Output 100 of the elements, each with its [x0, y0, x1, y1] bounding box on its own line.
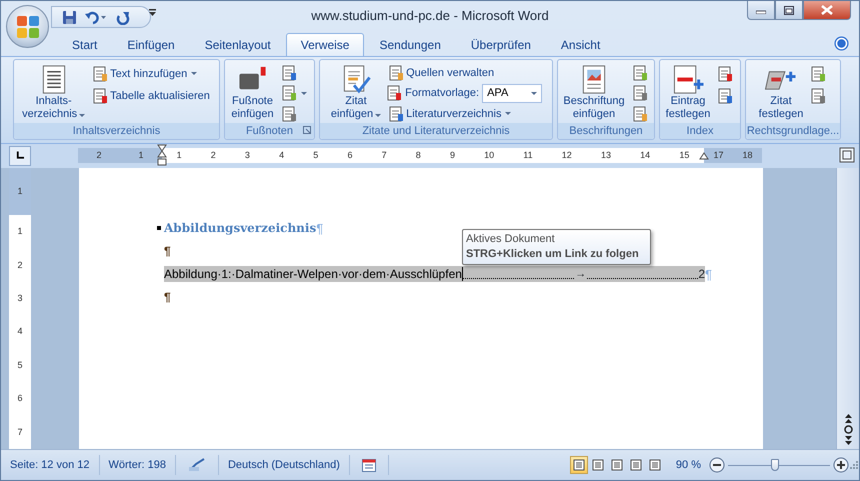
dialog-launcher-button[interactable]: [303, 126, 311, 134]
group-label: Zitate und Literaturverzeichnis: [362, 124, 510, 139]
view-button[interactable]: [570, 456, 588, 474]
ruler-number: 2: [96, 151, 102, 160]
table-icon: [362, 458, 376, 472]
ruler-number: 12: [562, 151, 572, 160]
pilcrow-mark: ¶: [316, 220, 324, 238]
window-title: www.studium-und-pc.de - Microsoft Word: [311, 7, 549, 26]
browse-object-button[interactable]: [844, 425, 852, 434]
caret-icon: [375, 114, 382, 117]
ruler-number: 15: [679, 151, 690, 160]
ruler-number: 5: [313, 151, 318, 160]
tab-selector-button[interactable]: [9, 146, 31, 166]
ruler-number: 13: [600, 151, 611, 160]
next-page-button[interactable]: [844, 436, 852, 446]
zoom-level[interactable]: 90 %: [676, 456, 701, 474]
ribbon-tab[interactable]: Verweise: [286, 32, 364, 56]
ribbon-button[interactable]: Tabelle aktualisieren: [90, 86, 212, 106]
ribbon-tab[interactable]: Start: [57, 32, 112, 56]
zoom-slider-thumb[interactable]: [770, 459, 779, 472]
ribbon-tab[interactable]: Sendungen: [364, 32, 456, 56]
ruler-number: 4: [279, 151, 284, 160]
ribbon-tab[interactable]: Überprüfen: [456, 32, 546, 56]
previous-page-button[interactable]: [844, 414, 852, 424]
tab-mark: →: [574, 267, 588, 282]
ruler-number: 6: [347, 151, 352, 160]
minimize-button[interactable]: [747, 1, 775, 20]
save-icon: [62, 10, 77, 24]
ruler-number: 6: [17, 394, 22, 404]
document-icon: [810, 88, 826, 104]
page-number: 2: [698, 266, 706, 284]
document-icon: [386, 85, 402, 102]
document-icon: [92, 88, 108, 104]
indent-marker-icon[interactable]: [699, 152, 709, 160]
ribbon-button[interactable]: Zitat festlegen: [758, 62, 804, 123]
ribbon-button[interactable]: Text hinzufügen: [90, 64, 212, 84]
toc-entry[interactable]: Abbildung·1:·Dalmatiner-Welpen·vor·dem·Ausschlüpfen → 2: [164, 266, 705, 282]
help-button[interactable]: [834, 36, 849, 51]
office-button[interactable]: [6, 5, 49, 48]
toc-entry-text: Abbildung·1:·Dalmatiner-Welpen·vor·dem·Ausschlüpfen: [164, 266, 462, 284]
ribbon-tab[interactable]: Ansicht: [546, 32, 616, 56]
customize-toolbar-button[interactable]: [149, 9, 156, 17]
office-logo-icon: [14, 14, 40, 40]
page-view-icon: [592, 459, 604, 472]
group-label: Fußnoten: [246, 124, 294, 139]
caret-icon: [191, 72, 198, 76]
ruler-number: 4: [17, 327, 22, 336]
ruler-number: 1: [176, 151, 182, 160]
undo-button[interactable]: [85, 10, 107, 24]
caret-icon: [79, 114, 86, 117]
document-icon: [280, 85, 297, 102]
word-count[interactable]: Wörter: 198: [100, 455, 176, 476]
bullet-icon: [157, 226, 161, 230]
language-indicator[interactable]: Deutsch (Deutschland): [218, 455, 350, 476]
ruler-number: 7: [382, 151, 387, 160]
document-icon: [388, 64, 404, 81]
pilcrow-mark: ¶: [164, 243, 171, 260]
ruler-number: 10: [484, 151, 494, 160]
ribbon-tab[interactable]: Seitenlayout: [190, 32, 286, 56]
ribbon-button[interactable]: Inhalts- verzeichnis: [21, 62, 86, 123]
ruler-number: 7: [17, 428, 22, 437]
document-icon: [280, 106, 297, 122]
tab-stop-icon: [16, 151, 24, 160]
maximize-button[interactable]: [775, 1, 803, 20]
redo-icon: [115, 10, 130, 24]
indent-marker-icon[interactable]: [157, 144, 167, 166]
ribbon-button[interactable]: Zitat einfügen: [330, 62, 382, 123]
double-arrow-icon: [844, 414, 852, 424]
close-button[interactable]: [803, 1, 851, 20]
resize-grip-icon[interactable]: [849, 460, 859, 470]
ruler-number: 11: [523, 151, 533, 160]
ribbon-button[interactable]: Quellen verwalten: [386, 64, 542, 82]
zoom-out-button[interactable]: [709, 457, 725, 474]
style-dropdown[interactable]: APA: [482, 84, 542, 103]
page-view-icon: [630, 459, 642, 472]
document-icon: [717, 66, 734, 82]
group-label: Beschriftungen: [569, 124, 643, 139]
document-icon: [632, 106, 648, 122]
view-ruler-button[interactable]: [839, 146, 855, 163]
zoom-in-button[interactable]: [833, 457, 849, 474]
ribbon-tab[interactable]: Einfügen: [112, 32, 190, 56]
ribbon-button[interactable]: Fußnote einfügen: [230, 62, 275, 123]
redo-button[interactable]: [115, 10, 130, 24]
ribbon-button[interactable]: Literaturverzeichnis: [386, 104, 542, 123]
save-button[interactable]: [62, 10, 77, 24]
ruler-number: 17: [713, 151, 724, 160]
undo-icon: [85, 10, 107, 24]
ruler-number: 14: [640, 151, 650, 160]
document-icon: [810, 66, 826, 82]
ruler-number: 3: [17, 294, 22, 303]
page-count[interactable]: Seite: 12 von 12: [1, 455, 100, 476]
caret-icon: [149, 9, 156, 17]
document-icon: [280, 65, 297, 82]
plus-icon: [833, 457, 849, 474]
ribbon-button[interactable]: Beschriftung einfügen: [562, 62, 626, 123]
document-icon: [92, 66, 108, 82]
launcher-icon: [303, 126, 311, 134]
ribbon-button[interactable]: Eintrag festlegen: [664, 62, 712, 123]
page-view-icon: [572, 459, 585, 472]
circle-icon: [844, 425, 852, 434]
